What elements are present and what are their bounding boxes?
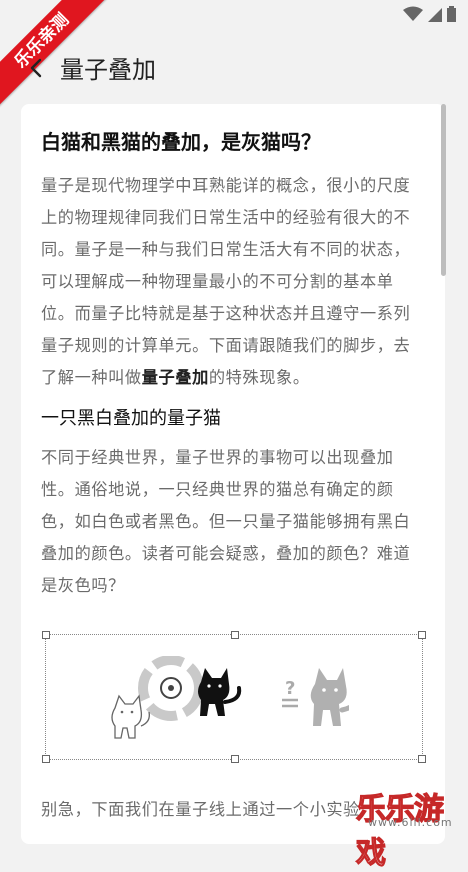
battery-icon bbox=[447, 6, 456, 26]
signal-icon bbox=[428, 7, 442, 26]
section-heading: 一只黑白叠加的量子猫 bbox=[41, 408, 221, 429]
question-mark: ? bbox=[285, 678, 295, 699]
resize-handle[interactable] bbox=[418, 631, 426, 639]
scrollbar[interactable] bbox=[441, 104, 446, 276]
superposition-icon bbox=[138, 656, 204, 721]
back-button[interactable] bbox=[26, 54, 50, 82]
back-arrow-icon bbox=[30, 58, 42, 78]
app-bar: 量子叠加 bbox=[0, 40, 468, 96]
wifi-icon bbox=[403, 6, 423, 26]
superposition-figure[interactable]: ? bbox=[42, 631, 426, 763]
body-paragraph: 不同于经典世界，量子世界的事物可以出现叠加性。通俗地说，一只经典世界的猫总有确定… bbox=[41, 448, 411, 595]
intro-paragraph: 量子是现代物理学中耳熟能详的概念，很小的尺度上的物理规律同我们日常生活中的经验有… bbox=[41, 176, 411, 387]
watermark-url: www.6lll.com bbox=[368, 816, 453, 829]
black-cat-icon bbox=[198, 668, 242, 716]
resize-handle[interactable] bbox=[231, 631, 239, 639]
highlight-term: 量子叠加 bbox=[141, 368, 209, 387]
article-card: 白猫和黑猫的叠加，是灰猫吗？ 量子是现代物理学中耳熟能详的概念，很小的尺度上的物… bbox=[21, 104, 445, 844]
figure-illustration: ? bbox=[111, 656, 349, 739]
watermark-logo: 乐乐游戏 www.6lll.com bbox=[355, 782, 468, 871]
resize-handle[interactable] bbox=[42, 631, 50, 639]
gray-cat-icon bbox=[310, 668, 349, 726]
article-heading: 白猫和黑猫的叠加，是灰猫吗？ bbox=[41, 130, 321, 154]
resize-handle[interactable] bbox=[418, 755, 426, 763]
white-cat-icon bbox=[111, 694, 150, 739]
resize-handle[interactable] bbox=[42, 755, 50, 763]
resize-handle[interactable] bbox=[231, 755, 239, 763]
page-title: 量子叠加 bbox=[60, 56, 156, 84]
